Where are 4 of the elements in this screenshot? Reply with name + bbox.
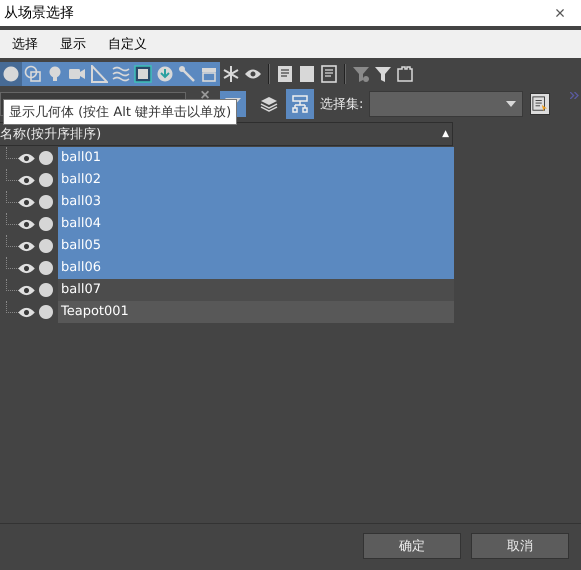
selection-set-label: 选择集:: [320, 96, 364, 113]
window-title: 从场景选择: [4, 4, 74, 22]
sort-indicator: ▲: [442, 129, 449, 139]
tooltip: 显示几何体 (按住 Alt 键并单击以单放): [3, 99, 238, 125]
